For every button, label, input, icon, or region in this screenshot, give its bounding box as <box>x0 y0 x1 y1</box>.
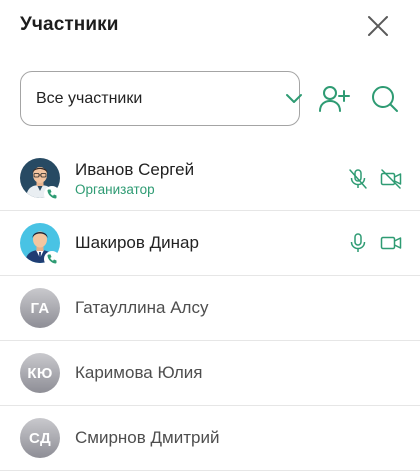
camera-icon[interactable] <box>380 232 402 254</box>
participant-row[interactable]: Шакиров Динар <box>0 211 420 276</box>
in-call-badge <box>44 186 60 202</box>
participant-name: Гатауллина Алсу <box>75 298 209 317</box>
panel-title: Участники <box>20 14 119 35</box>
add-participant-button[interactable] <box>318 84 350 114</box>
participant-row[interactable]: СД Смирнов Дмитрий <box>0 406 420 471</box>
participant-row[interactable]: Иванов Сергей Организатор <box>0 146 420 211</box>
participants-list: Иванов Сергей Организатор Шакиров Динар … <box>0 146 420 471</box>
participant-name: Смирнов Дмитрий <box>75 428 220 447</box>
participant-row[interactable]: КЮ Каримова Юлия <box>0 341 420 406</box>
in-call-badge <box>44 251 60 267</box>
participant-name: Каримова Юлия <box>75 363 203 382</box>
participant-row[interactable]: ГА Гатауллина Алсу <box>0 276 420 341</box>
close-icon <box>368 16 388 36</box>
phone-icon <box>47 189 57 199</box>
search-button[interactable] <box>369 84 401 114</box>
panel-header: Участники <box>0 0 420 56</box>
chevron-down-icon <box>286 94 302 103</box>
participant-name: Шакиров Динар <box>75 233 199 252</box>
mic-muted-icon[interactable] <box>347 168 369 190</box>
participants-filter-select[interactable]: Все участники <box>20 71 302 126</box>
close-button[interactable] <box>364 12 392 40</box>
filter-row: Все участники <box>0 70 420 128</box>
avatar: СД <box>20 418 60 458</box>
avatar: КЮ <box>20 353 60 393</box>
search-icon <box>372 86 398 112</box>
participant-role: Организатор <box>75 182 155 197</box>
filter-selected-value: Все участники <box>36 90 143 107</box>
avatar: ГА <box>20 288 60 328</box>
participant-name: Иванов Сергей <box>75 160 195 179</box>
mic-icon[interactable] <box>347 232 369 254</box>
add-user-icon <box>319 86 350 112</box>
camera-off-icon[interactable] <box>380 168 402 190</box>
phone-icon <box>47 254 57 264</box>
